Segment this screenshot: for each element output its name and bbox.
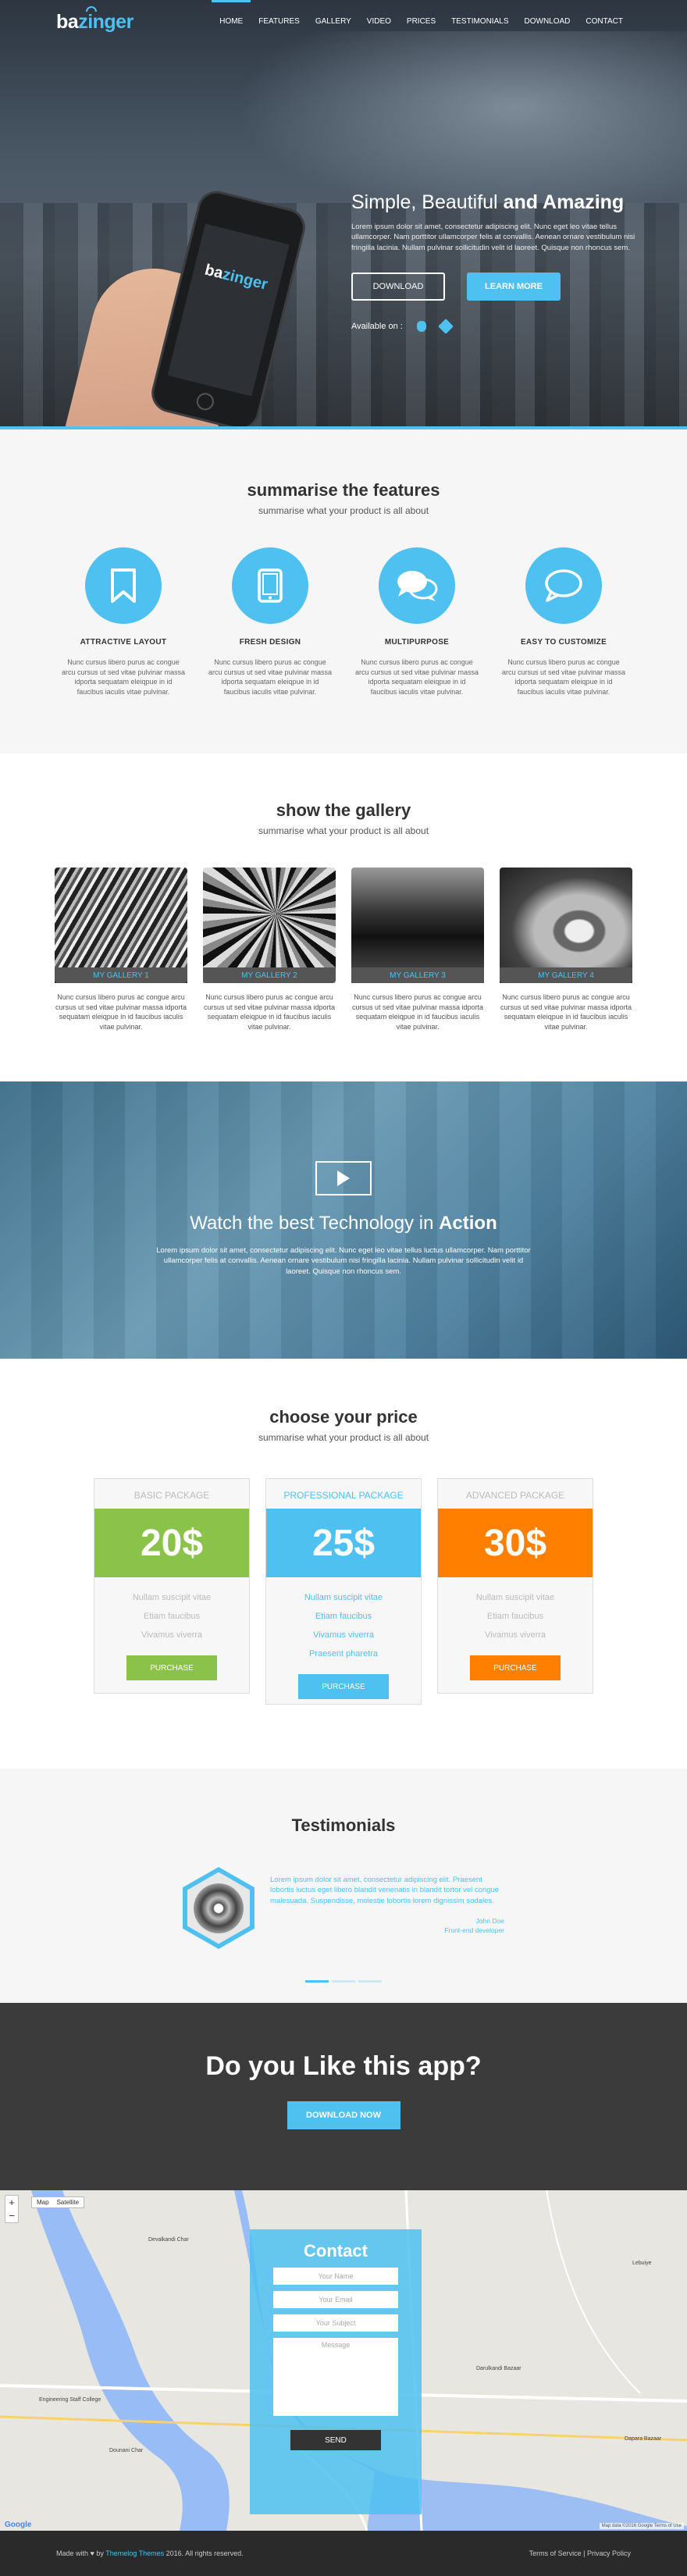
footer-credits: Made with ♥ by Themelog Themes 2016. All… bbox=[56, 2549, 244, 2557]
map-label: Dounani Char bbox=[109, 2448, 144, 2453]
download-now-button[interactable]: DOWNLOAD NOW bbox=[287, 2101, 400, 2129]
map-label: Darulkandi Bazaar bbox=[476, 2366, 521, 2371]
phone-in-hand-image: bazinger bbox=[23, 102, 307, 426]
purchase-button[interactable]: PURCHASE bbox=[126, 1655, 217, 1680]
map-section[interactable]: + − Map Satellite Devalkandi Char Lebuiy… bbox=[0, 2190, 687, 2531]
map-label: Lebuiye bbox=[632, 2261, 652, 2266]
hero-title: Simple, Beautiful and Amazing bbox=[351, 191, 625, 213]
gallery-image-pencils[interactable] bbox=[203, 868, 336, 983]
features-section: summarise the features summarise what yo… bbox=[0, 429, 687, 754]
testimonials-title: Testimonials bbox=[291, 1815, 396, 1835]
hero-description: Lorem ipsum dolor sit amet, consectetur … bbox=[351, 223, 635, 252]
subject-field[interactable]: Your Subject bbox=[273, 2314, 398, 2332]
navbar: bazinger HOME FEATURES GALLERY VIDEO PRI… bbox=[0, 0, 687, 47]
carousel-dot[interactable] bbox=[305, 1980, 329, 1983]
email-field[interactable]: Your Email bbox=[273, 2291, 398, 2308]
send-button[interactable]: SEND bbox=[290, 2430, 381, 2450]
purchase-button[interactable]: PURCHASE bbox=[298, 1674, 389, 1699]
price-card-basic: BASIC PACKAGE 20$ Nullam suscipit vitae … bbox=[94, 1478, 250, 1694]
home-button-icon bbox=[194, 390, 216, 412]
message-field[interactable]: Message bbox=[273, 2338, 398, 2416]
bookmark-icon bbox=[111, 568, 136, 603]
nav-video[interactable]: VIDEO bbox=[359, 0, 399, 39]
google-logo[interactable]: Google bbox=[5, 2521, 31, 2529]
zoom-out-button[interactable]: − bbox=[5, 2209, 18, 2222]
features-title: summarise the features bbox=[247, 480, 440, 500]
features-subtitle: summarise what your product is all about bbox=[258, 505, 429, 516]
pricing-section: choose your price summarise what your pr… bbox=[0, 1359, 687, 1769]
footer-links[interactable]: Terms of Service | Privacy Policy bbox=[529, 2549, 631, 2557]
wifi-icon bbox=[86, 6, 97, 12]
feature-item: ATTRACTIVE LAYOUT Nunc cursus libero pur… bbox=[61, 547, 186, 697]
themelog-link[interactable]: Themelog Themes bbox=[105, 2549, 164, 2557]
feature-item: FRESH DESIGN Nunc cursus libero purus ac… bbox=[208, 547, 333, 697]
play-button[interactable] bbox=[315, 1161, 372, 1195]
map-label: Engineering Staff College bbox=[39, 2397, 101, 2403]
tablet-icon bbox=[258, 568, 283, 603]
testimonial-quote: Lorem ipsum dolor sit amet, consectetur … bbox=[270, 1876, 504, 1934]
feature-item: MULTIPURPOSE Nunc cursus libero purus ac… bbox=[354, 547, 479, 697]
apple-icon[interactable] bbox=[416, 320, 426, 332]
logo[interactable]: bazinger bbox=[56, 6, 133, 34]
chat-bubbles-icon bbox=[397, 571, 438, 601]
contact-form: Contact Your Name Your Email Your Subjec… bbox=[250, 2229, 422, 2514]
learn-more-button[interactable]: LEARN MORE bbox=[467, 272, 561, 301]
speech-bubble-icon bbox=[545, 569, 582, 602]
map-type-map[interactable]: Map bbox=[37, 2199, 49, 2206]
gallery-section: show the gallery summarise what your pro… bbox=[0, 754, 687, 1081]
download-cta-section: Do you Like this app? DOWNLOAD NOW bbox=[0, 2003, 687, 2190]
footer: Made with ♥ by Themelog Themes 2016. All… bbox=[0, 2531, 687, 2576]
nav-gallery[interactable]: GALLERY bbox=[308, 0, 359, 39]
video-description: Lorem ipsum dolor sit amet, consectetur … bbox=[156, 1246, 531, 1276]
nav-home[interactable]: HOME bbox=[212, 0, 251, 39]
name-field[interactable]: Your Name bbox=[273, 2268, 398, 2285]
gallery-title: show the gallery bbox=[276, 800, 411, 820]
map-type-control: Map Satellite bbox=[31, 2197, 85, 2208]
zoom-controls: + − bbox=[5, 2195, 19, 2223]
nav-features[interactable]: FEATURES bbox=[251, 0, 308, 39]
download-button[interactable]: DOWNLOAD bbox=[351, 272, 445, 301]
map-copyright[interactable]: Map data ©2016 Google Terms of Use bbox=[599, 2523, 684, 2529]
testimonials-section: Testimonials Lorem ipsum dolor sit amet,… bbox=[0, 1769, 687, 2003]
video-section: Watch the best Technology in Action Lore… bbox=[0, 1081, 687, 1359]
gallery-card[interactable]: MY GALLERY 1 Nunc cursus libero purus ac… bbox=[55, 868, 187, 1031]
gallery-card[interactable]: MY GALLERY 4 Nunc cursus libero purus ac… bbox=[500, 868, 632, 1031]
carousel-dot[interactable] bbox=[358, 1980, 382, 1983]
video-title: Watch the best Technology in Action bbox=[190, 1213, 497, 1234]
play-icon bbox=[337, 1170, 350, 1186]
price-value: 25$ bbox=[266, 1509, 421, 1577]
gallery-card[interactable]: MY GALLERY 2 Nunc cursus libero purus ac… bbox=[203, 868, 336, 1031]
available-on: Available on : bbox=[351, 318, 640, 334]
avatar bbox=[183, 1867, 255, 1949]
price-value: 20$ bbox=[94, 1509, 249, 1577]
contact-title: Contact bbox=[304, 2241, 368, 2261]
price-card-professional: PROFESSIONAL PACKAGE 25$ Nullam suscipit… bbox=[265, 1478, 422, 1705]
price-value: 30$ bbox=[438, 1509, 593, 1577]
price-card-advanced: ADVANCED PACKAGE 30$ Nullam suscipit vit… bbox=[437, 1478, 593, 1694]
feature-item: EASY TO CUSTOMIZE Nunc cursus libero pur… bbox=[501, 547, 626, 697]
map-label: Dapara Bazaar bbox=[625, 2436, 662, 2442]
gallery-subtitle: summarise what your product is all about bbox=[258, 825, 429, 836]
purchase-button[interactable]: PURCHASE bbox=[470, 1655, 561, 1680]
carousel-indicators bbox=[0, 1980, 687, 1983]
hero-content: Simple, Beautiful and Amazing Lorem ipsu… bbox=[351, 191, 640, 334]
carousel-dot[interactable] bbox=[332, 1980, 355, 1983]
map-label: Devalkandi Char bbox=[148, 2237, 189, 2243]
nav-prices[interactable]: PRICES bbox=[399, 0, 443, 39]
main-menu: HOME FEATURES GALLERY VIDEO PRICES TESTI… bbox=[212, 0, 631, 39]
pricing-title: choose your price bbox=[269, 1407, 418, 1427]
nav-contact[interactable]: CONTACT bbox=[578, 0, 631, 39]
nav-testimonials[interactable]: TESTIMONIALS bbox=[443, 0, 516, 39]
nav-download[interactable]: DOWNLOAD bbox=[517, 0, 578, 39]
gallery-image-hydrant[interactable] bbox=[500, 868, 632, 983]
hero-section: bazinger HOME FEATURES GALLERY VIDEO PRI… bbox=[0, 0, 687, 429]
gallery-card[interactable]: MY GALLERY 3 Nunc cursus libero purus ac… bbox=[351, 868, 484, 1031]
pricing-subtitle: summarise what your product is all about bbox=[258, 1432, 429, 1443]
map-type-satellite[interactable]: Satellite bbox=[57, 2199, 79, 2206]
zoom-in-button[interactable]: + bbox=[5, 2196, 18, 2209]
gallery-image-walkway[interactable] bbox=[351, 868, 484, 983]
cta-title: Do you Like this app? bbox=[205, 2051, 482, 2081]
android-icon[interactable] bbox=[437, 318, 454, 334]
gallery-image-paperclips[interactable] bbox=[55, 868, 187, 983]
